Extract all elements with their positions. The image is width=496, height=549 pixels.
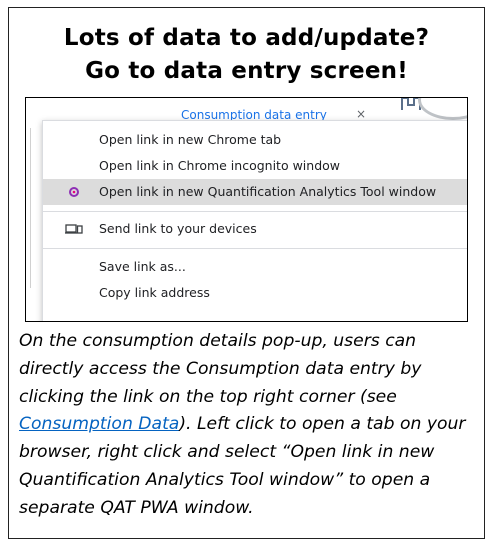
menu-item-label: Save link as...	[99, 259, 186, 274]
menu-item-copy-link-address[interactable]: Copy link address	[43, 280, 467, 306]
devices-icon	[65, 216, 83, 242]
heading-line-2: Go to data entry screen!	[85, 58, 408, 84]
background-close-icon[interactable]: ×	[356, 107, 366, 121]
consumption-data-link[interactable]: Consumption Data	[19, 414, 179, 434]
menu-item-label: Open link in Chrome incognito window	[99, 158, 341, 173]
menu-item-label: Copy link address	[99, 285, 210, 300]
menu-item-label: Open link in new Quantification Analytic…	[99, 184, 437, 199]
caption-part-1: On the consumption details pop-up, users…	[19, 331, 422, 407]
menu-separator	[43, 248, 467, 249]
callout-heading: Lots of data to add/update? Go to data e…	[9, 22, 484, 88]
menu-item-send-to-devices[interactable]: Send link to your devices	[43, 216, 467, 242]
menu-item-save-link-as[interactable]: Save link as...	[43, 254, 467, 280]
menu-separator	[43, 211, 467, 212]
context-menu-screenshot: Consumption data entry × Open link in ne…	[25, 97, 468, 322]
menu-item-label: Open link in new Chrome tab	[99, 132, 282, 147]
menu-item-open-new-tab[interactable]: Open link in new Chrome tab	[43, 127, 467, 153]
menu-item-label: Send link to your devices	[99, 221, 257, 236]
menu-item-open-incognito[interactable]: Open link in Chrome incognito window	[43, 153, 467, 179]
menu-item-open-qat-window[interactable]: Open link in new Quantification Analytic…	[43, 179, 467, 205]
background-panel-edge	[26, 128, 31, 288]
qat-app-icon	[65, 179, 83, 205]
callout-box: Lots of data to add/update? Go to data e…	[8, 7, 485, 539]
heading-line-1: Lots of data to add/update?	[63, 25, 430, 51]
context-menu: Open link in new Chrome tab Open link in…	[42, 120, 467, 321]
caption-text: On the consumption details pop-up, users…	[19, 328, 474, 523]
background-decoration	[418, 98, 467, 120]
